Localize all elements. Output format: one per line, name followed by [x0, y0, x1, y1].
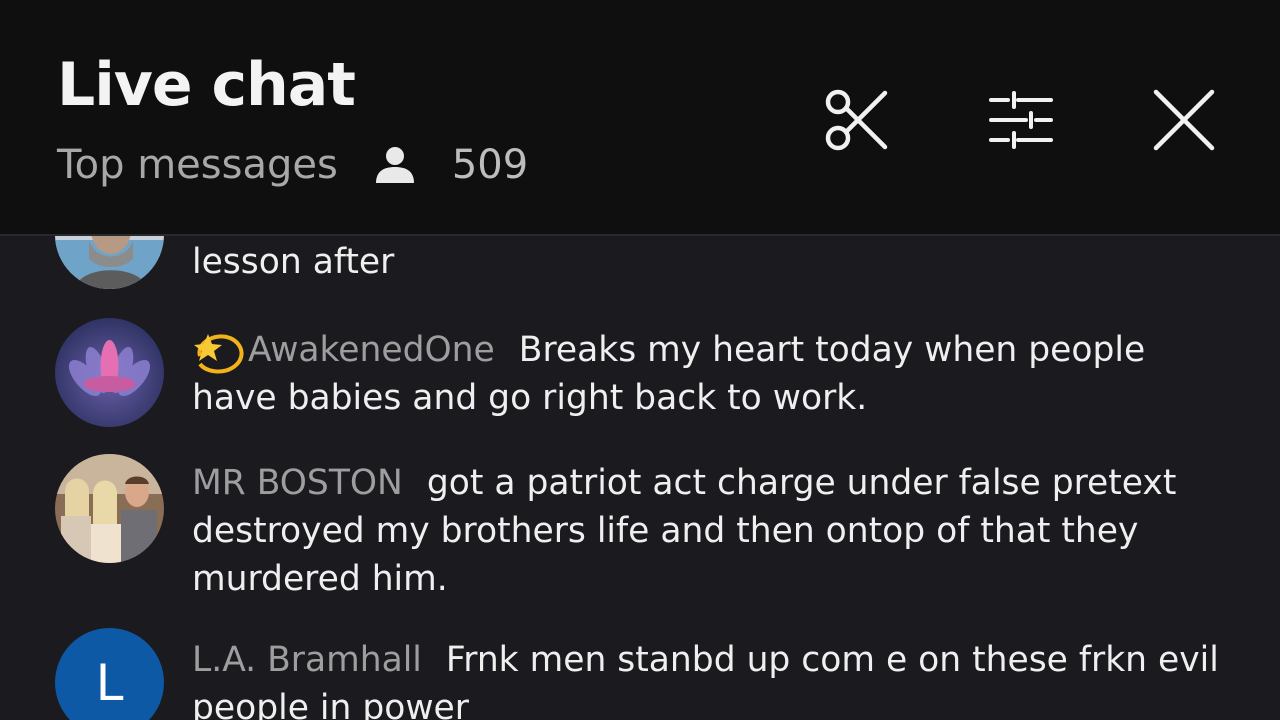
chat-message-list[interactable]: lesson after AwakenedOne Breaks my heart… — [0, 236, 1280, 720]
chat-header: Live chat Top messages 509 — [0, 0, 1280, 236]
chat-mode-label[interactable]: Top messages — [57, 142, 338, 188]
chat-mode-row[interactable]: Top messages 509 — [57, 140, 528, 190]
sliders-icon — [989, 91, 1053, 149]
avatar[interactable] — [55, 318, 164, 427]
page-title: Live chat — [57, 50, 356, 120]
avatar[interactable] — [55, 454, 164, 563]
author-name[interactable]: AwakenedOne — [248, 330, 495, 370]
chat-settings-button[interactable] — [987, 86, 1055, 154]
clip-button[interactable] — [822, 86, 890, 154]
close-icon — [1153, 89, 1215, 151]
avatar[interactable]: L — [55, 628, 164, 720]
avatar[interactable] — [55, 236, 164, 289]
author-name[interactable]: L.A. Bramhall — [192, 640, 422, 680]
message-text: AwakenedOne Breaks my heart today when pe… — [192, 326, 1232, 422]
message-text: MR BOSTON got a patriot act charge under … — [192, 459, 1232, 603]
scissors-icon — [825, 89, 888, 151]
message-text: L.A. Bramhall Frnk men stanbd up com e on… — [192, 636, 1232, 720]
viewer-count: 509 — [451, 142, 529, 188]
close-button[interactable] — [1150, 86, 1218, 154]
person-icon — [375, 147, 414, 183]
avatar-initial: L — [95, 653, 124, 712]
author-name[interactable]: MR BOSTON — [192, 463, 403, 503]
message-text: lesson after — [192, 242, 395, 282]
dizzy-star-icon — [192, 326, 248, 374]
